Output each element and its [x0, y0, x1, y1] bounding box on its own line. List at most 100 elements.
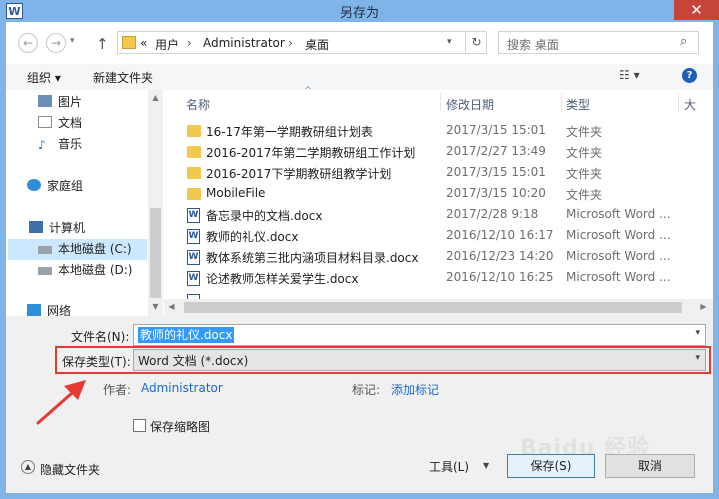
chevron-up-icon[interactable]: ▲: [21, 460, 35, 474]
breadcrumb-administrator[interactable]: Administrator: [203, 36, 285, 50]
column-header-date[interactable]: 修改日期: [446, 96, 494, 113]
file-date: 2017/2/27 13:49: [446, 144, 546, 158]
forward-button[interactable]: →: [46, 33, 66, 53]
sidebar-item-pictures[interactable]: 图片: [38, 92, 82, 112]
folder-row[interactable]: 2016-2017年第二学期教研组工作计划 2017/2/27 13:49 文件夹: [182, 142, 702, 163]
horizontal-scroll-thumb[interactable]: [184, 302, 682, 313]
file-date: 2017/3/15 15:01: [446, 123, 546, 137]
folder-row[interactable]: MobileFile 2017/3/15 10:20 文件夹: [182, 184, 702, 205]
file-type: 文件夹: [566, 188, 603, 202]
search-icon[interactable]: ⌕: [680, 34, 687, 49]
file-name: MobileFile: [206, 186, 266, 200]
file-name: 教师的礼仪.docx: [206, 230, 299, 244]
sidebar-item-computer[interactable]: 计算机: [29, 218, 85, 238]
hide-folders-button[interactable]: 隐藏文件夹: [40, 461, 100, 478]
file-type: 文件夹: [566, 146, 603, 160]
scroll-up-arrow[interactable]: ▲: [148, 93, 163, 102]
tools-menu[interactable]: 工具(L): [429, 458, 469, 475]
filename-dropdown-icon[interactable]: ▾: [695, 328, 700, 338]
file-date: 2017/3/15 10:20: [446, 186, 546, 200]
file-row[interactable]: W 教体系统第三批内涵项目材料目录.docx 2016/12/23 14:20 Mic…: [182, 247, 702, 268]
breadcrumb-separator[interactable]: ›: [187, 36, 192, 50]
view-options-icon[interactable]: ☷ ▾: [619, 68, 640, 82]
sidebar-network-clip: 网络: [0, 300, 148, 316]
new-folder-button[interactable]: 新建文件夹: [93, 69, 153, 86]
up-button[interactable]: ↑: [96, 35, 109, 53]
recent-locations-dropdown[interactable]: ▾: [70, 36, 75, 46]
folder-row[interactable]: 16-17年第一学期教研组计划表 2017/3/15 15:01 文件夹: [182, 121, 702, 142]
window-frame-right: [713, 22, 719, 499]
horizontal-scrollbar[interactable]: ◀ ▶: [164, 299, 713, 316]
tags-label: 标记:: [352, 383, 381, 397]
add-tags-link[interactable]: 添加标记: [391, 381, 439, 398]
filename-input[interactable]: 教师的礼仪.docx ▾: [133, 324, 706, 346]
annotation-arrow: [36, 380, 86, 425]
file-type: Microsoft Word ...: [566, 228, 671, 242]
file-name: 2016-2017年第二学期教研组工作计划: [206, 146, 416, 160]
address-dropdown-icon[interactable]: ▾: [447, 37, 452, 47]
column-divider[interactable]: [678, 93, 679, 113]
back-button[interactable]: ←: [18, 33, 38, 53]
breadcrumb-users[interactable]: 用户: [155, 36, 179, 53]
sidebar-item-drive-c[interactable]: 本地磁盘 (C:): [38, 239, 132, 259]
close-button[interactable]: ✕: [674, 0, 719, 20]
filename-label: 文件名(N):: [71, 330, 130, 344]
folder-icon: [187, 146, 201, 158]
folder-location-icon: [122, 36, 136, 49]
cancel-button[interactable]: 取消: [605, 454, 695, 478]
file-name: 备忘录中的文档.docx: [206, 209, 323, 223]
address-bar[interactable]: « 用户 › Administrator › 桌面 ▾: [117, 31, 487, 54]
file-row[interactable]: W 备忘录中的文档.docx 2017/2/28 9:18 Microsoft Wor…: [182, 205, 702, 226]
save-button[interactable]: 保存(S): [507, 454, 595, 478]
sidebar-item-music[interactable]: ♪ 音乐: [38, 134, 82, 154]
word-doc-icon: W: [187, 250, 200, 265]
sidebar-item-drive-d[interactable]: 本地磁盘 (D:): [38, 260, 132, 280]
column-divider[interactable]: [440, 93, 441, 113]
file-date: 2016/12/23 14:20: [446, 249, 554, 263]
folder-icon: [187, 125, 201, 137]
word-doc-icon: W: [187, 208, 200, 223]
organize-button[interactable]: 组织 ▾: [27, 69, 61, 86]
scroll-thumb[interactable]: [150, 208, 161, 298]
documents-icon: [38, 116, 52, 128]
computer-icon: [29, 221, 43, 233]
author-value[interactable]: Administrator: [141, 381, 223, 395]
file-name: 论述教师怎样关爱学生.docx: [206, 272, 359, 286]
scroll-right-arrow[interactable]: ▶: [696, 302, 711, 311]
search-box[interactable]: 搜索 桌面 ⌕: [498, 31, 699, 54]
refresh-button[interactable]: ↻: [465, 31, 487, 54]
folder-row[interactable]: 2016-2017下学期教研组教学计划 2017/3/15 15:01 文件夹: [182, 163, 702, 184]
tools-dropdown-icon[interactable]: ▼: [483, 461, 489, 470]
filename-value[interactable]: 教师的礼仪.docx: [138, 327, 235, 343]
window-title: 另存为: [339, 6, 379, 21]
file-date: 2016/12/10 16:25: [446, 270, 554, 284]
save-thumbnail-label[interactable]: 保存缩略图: [150, 418, 210, 435]
column-header-type[interactable]: 类型: [566, 96, 590, 113]
file-date: 2016/12/10 16:17: [446, 228, 554, 242]
window-frame-bottom: [0, 493, 719, 499]
pictures-icon: [38, 95, 52, 107]
help-icon[interactable]: ?: [682, 68, 697, 83]
column-divider[interactable]: [561, 93, 562, 113]
sidebar-item-homegroup[interactable]: 家庭组: [27, 176, 83, 196]
sidebar-item-network[interactable]: 网络: [27, 301, 71, 316]
breadcrumb-separator[interactable]: ›: [288, 36, 293, 50]
breadcrumb-desktop[interactable]: 桌面: [305, 36, 329, 53]
file-name: 2016-2017下学期教研组教学计划: [206, 167, 392, 181]
scroll-down-arrow[interactable]: ▼: [148, 302, 163, 311]
sidebar-item-documents[interactable]: 文档: [38, 113, 82, 133]
annotation-highlight-box: [55, 346, 711, 374]
navigation-pane: [6, 90, 164, 316]
scroll-left-arrow[interactable]: ◀: [164, 302, 179, 311]
file-type: 文件夹: [566, 167, 603, 181]
sidebar-scrollbar[interactable]: ▲ ▼: [148, 90, 163, 316]
file-date: 2017/3/15 15:01: [446, 165, 546, 179]
file-row[interactable]: W 教师的礼仪.docx 2016/12/10 16:17 Microsoft Wor…: [182, 226, 702, 247]
save-thumbnail-checkbox[interactable]: [133, 419, 146, 432]
file-row[interactable]: W 论述教师怎样关爱学生.docx 2016/12/10 16:25 Microsof…: [182, 268, 702, 289]
column-header-size[interactable]: 大: [684, 96, 696, 113]
breadcrumb-overflow[interactable]: «: [140, 36, 147, 50]
column-header-name[interactable]: 名称: [186, 96, 210, 113]
folder-icon: [187, 167, 201, 179]
drive-icon: [38, 246, 52, 254]
